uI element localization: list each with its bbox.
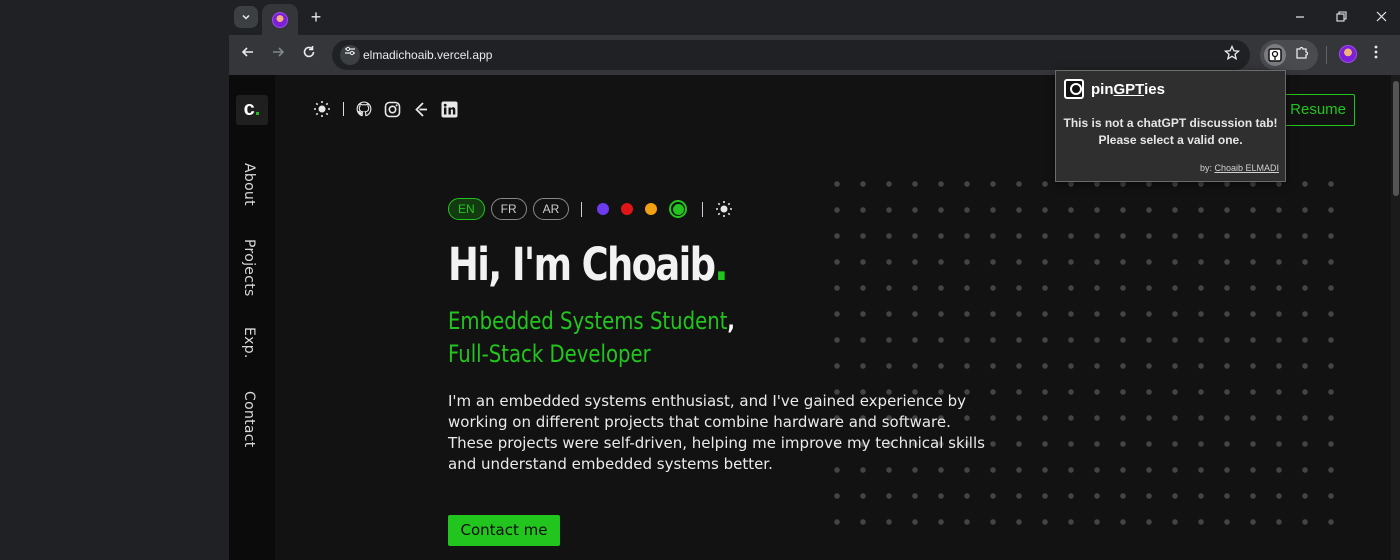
sun-icon[interactable]: [313, 100, 331, 118]
reload-icon: [303, 46, 315, 58]
url-text: elmadichoaib.vercel.app: [363, 48, 493, 62]
extensions-button[interactable]: [1294, 44, 1310, 67]
site-info-button[interactable]: [340, 45, 360, 65]
social-icons-row: [313, 99, 458, 119]
popup-message: This is not a chatGPT discussion tab! Pl…: [1056, 115, 1285, 149]
minimize-button[interactable]: [1291, 8, 1309, 26]
tab-favicon-icon: [272, 11, 288, 28]
nav-projects[interactable]: Projects: [241, 239, 257, 297]
selected-color-dot: [672, 203, 684, 215]
tune-icon: [345, 46, 355, 56]
headline-period: .: [714, 238, 728, 291]
headline-text: Hi, I'm Choaib: [448, 238, 716, 291]
subtitle-comma: ,: [727, 307, 735, 335]
hero-headline: Hi, I'm Choaib.: [448, 237, 907, 293]
arrow-left-icon: [241, 47, 253, 57]
close-window-button[interactable]: [1372, 8, 1390, 26]
browser-menu-button[interactable]: [1374, 44, 1378, 66]
pingpties-extension-button[interactable]: [1264, 44, 1286, 66]
lang-fr-button[interactable]: FR: [490, 198, 527, 220]
browser-tab-active[interactable]: [262, 4, 298, 35]
browser-toolbar: elmadichoaib.vercel.app: [229, 35, 1400, 75]
popup-message-line2: Please select a valid one.: [1098, 133, 1243, 147]
lang-en-button[interactable]: EN: [448, 198, 485, 220]
minimize-icon: [1296, 16, 1304, 18]
subtitle-line1: Embedded Systems Student: [448, 307, 728, 335]
bookmark-star-icon[interactable]: [1223, 44, 1241, 67]
address-bar[interactable]: elmadichoaib.vercel.app: [332, 40, 1250, 70]
nav-about[interactable]: About: [241, 163, 257, 206]
site-logo[interactable]: c.: [236, 95, 268, 125]
extension-pill: [1260, 40, 1318, 70]
puzzle-icon: [1296, 46, 1309, 59]
title-gpt: GPT: [1113, 80, 1145, 98]
logo-dot: .: [254, 98, 261, 120]
arrow-right-icon: [273, 47, 285, 57]
hero-section: EN FR AR Hi, I'm Choaib. Embedded System…: [448, 197, 1008, 546]
popup-title: pinGPTies: [1064, 79, 1165, 99]
color-green-swatch[interactable]: [669, 200, 688, 218]
lang-ar-button[interactable]: AR: [532, 198, 570, 220]
side-navigation: c. About Projects Exp. Contact: [229, 75, 275, 560]
popup-credit: by: Choaib ELMADI: [1200, 163, 1279, 173]
color-red-swatch[interactable]: [621, 203, 634, 215]
pin-icon: [1268, 48, 1282, 62]
tab-strip: +: [229, 0, 1400, 35]
profile-avatar-icon: [1339, 45, 1357, 63]
logo-letter: c: [243, 98, 255, 120]
page-scrollbar[interactable]: [1391, 75, 1400, 560]
profile-button[interactable]: [1339, 45, 1357, 63]
nav-experience[interactable]: Exp.: [241, 327, 257, 359]
hero-bio: I'm an embedded systems enthusiast, and …: [448, 392, 985, 473]
tab-search-button[interactable]: [234, 6, 258, 28]
popup-title-text: pinGPTies: [1091, 81, 1165, 98]
theme-separator: [702, 201, 704, 217]
instagram-icon[interactable]: [384, 101, 401, 118]
browser-window: + elmadichoaib.vercel.app c. About Proje…: [229, 0, 1400, 560]
subtitle-line2: Full-Stack Developer: [448, 340, 651, 368]
theme-sun-icon[interactable]: [715, 200, 733, 218]
pin-icon: [1064, 79, 1084, 99]
restore-button[interactable]: [1332, 8, 1350, 26]
desktop-background: [0, 0, 229, 560]
language-theme-row: EN FR AR: [448, 197, 1008, 221]
more-vert-icon: [1374, 45, 1378, 59]
color-purple-swatch[interactable]: [597, 203, 610, 215]
color-orange-swatch[interactable]: [645, 203, 658, 215]
extension-popup: pinGPTies This is not a chatGPT discussi…: [1055, 70, 1286, 182]
nav-contact[interactable]: Contact: [241, 391, 257, 448]
title-suffix: ies: [1144, 80, 1165, 98]
github-icon[interactable]: [356, 101, 372, 117]
chevron-down-icon: [242, 14, 250, 20]
toolbar-separator: [1326, 46, 1327, 64]
back-button[interactable]: [237, 44, 259, 66]
hero-subtitle: Embedded Systems Student, Full-Stack Dev…: [448, 305, 907, 371]
restore-icon: [1335, 11, 1347, 22]
close-icon: [1376, 11, 1386, 22]
popup-message-line1: This is not a chatGPT discussion tab!: [1063, 116, 1278, 130]
title-prefix: pin: [1091, 80, 1114, 98]
star-icon: [1223, 44, 1241, 61]
by-label: by:: [1199, 163, 1212, 173]
scrollbar-thumb[interactable]: [1393, 81, 1399, 196]
linkedin-icon[interactable]: [441, 101, 458, 118]
lang-separator: [581, 201, 583, 217]
reload-button[interactable]: [298, 44, 320, 66]
forward-button[interactable]: [267, 44, 289, 66]
author-link[interactable]: Choaib ELMADI: [1214, 163, 1279, 173]
icons-separator: [343, 102, 344, 116]
new-tab-button[interactable]: +: [305, 6, 327, 28]
leetcode-icon[interactable]: [413, 101, 429, 118]
contact-me-button[interactable]: Contact me: [448, 515, 560, 546]
